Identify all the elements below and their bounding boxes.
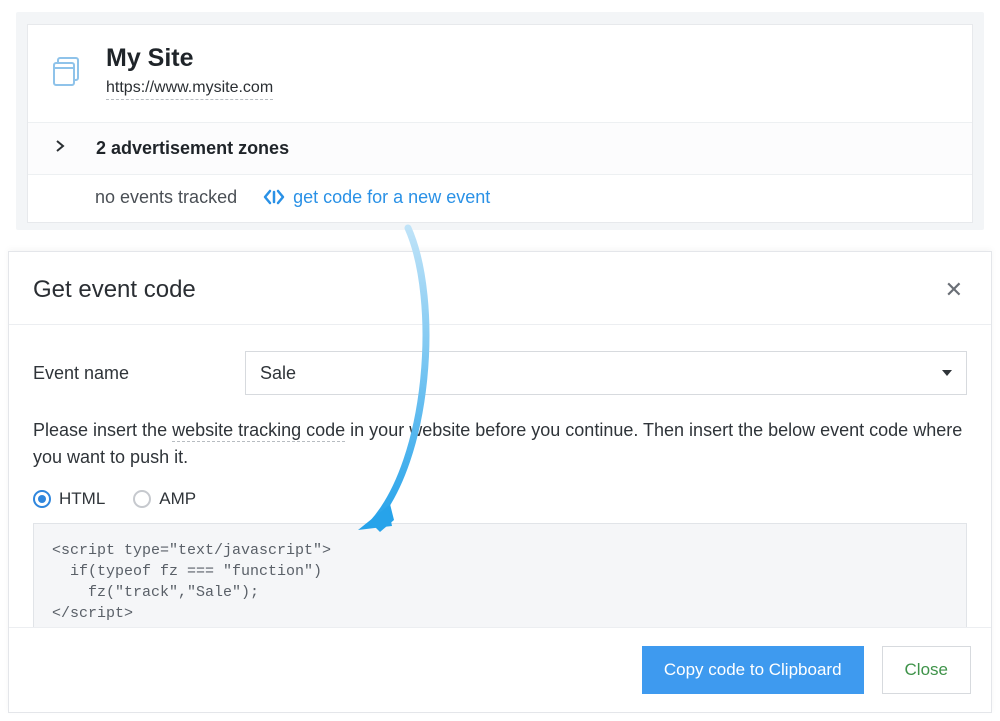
ad-zones-label: 2 advertisement zones xyxy=(96,138,289,159)
radio-selected-icon xyxy=(33,490,51,508)
modal-footer: Copy code to Clipboard Close xyxy=(9,627,991,712)
code-format-radios: HTML AMP xyxy=(33,489,967,509)
ad-zones-row[interactable]: 2 advertisement zones xyxy=(28,122,972,174)
event-name-select[interactable]: Sale xyxy=(245,351,967,395)
event-name-value: Sale xyxy=(260,363,296,384)
caret-down-icon xyxy=(942,370,952,376)
modal-body: Event name Sale Please insert the websit… xyxy=(9,325,991,657)
get-code-link[interactable]: get code for a new event xyxy=(263,187,490,208)
modal-title: Get event code xyxy=(33,276,196,304)
radio-html[interactable]: HTML xyxy=(33,489,105,509)
site-url-link[interactable]: https://www.mysite.com xyxy=(106,79,273,100)
radio-amp[interactable]: AMP xyxy=(133,489,196,509)
event-code-box[interactable]: <script type="text/javascript"> if(typeo… xyxy=(33,523,967,641)
site-title: My Site xyxy=(106,45,273,73)
events-row: no events tracked get code for a new eve… xyxy=(28,174,972,222)
site-header: My Site https://www.mysite.com xyxy=(28,25,972,122)
radio-unselected-icon xyxy=(133,490,151,508)
get-code-label: get code for a new event xyxy=(293,187,490,208)
event-name-row: Event name Sale xyxy=(33,351,967,395)
site-card: My Site https://www.mysite.com 2 adverti… xyxy=(27,24,973,223)
close-button[interactable]: Close xyxy=(882,646,971,694)
no-events-label: no events tracked xyxy=(95,187,237,208)
copy-code-button[interactable]: Copy code to Clipboard xyxy=(642,646,864,694)
instruction-text: Please insert the website tracking code … xyxy=(33,417,967,471)
get-event-code-modal: Get event code ✕ Event name Sale Please … xyxy=(8,251,992,713)
close-icon[interactable]: ✕ xyxy=(945,277,963,303)
code-icon xyxy=(263,188,285,206)
modal-header: Get event code ✕ xyxy=(9,252,991,325)
tracking-code-link[interactable]: website tracking code xyxy=(172,420,345,442)
chevron-right-icon xyxy=(52,139,68,157)
event-name-label: Event name xyxy=(33,363,245,384)
site-pages-icon xyxy=(52,54,88,90)
